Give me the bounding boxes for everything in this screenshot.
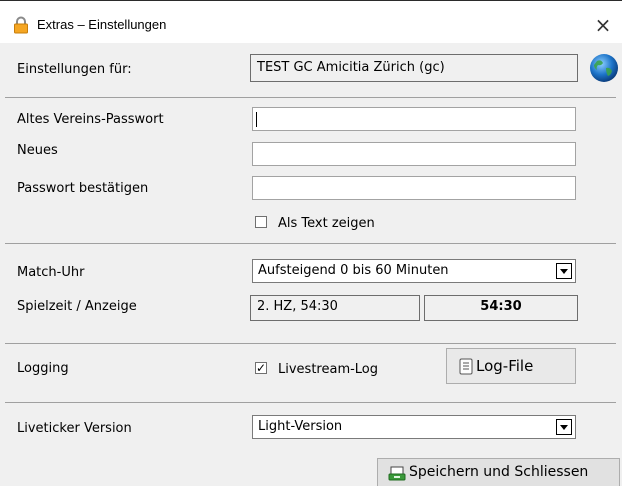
livestream-log-checkbox[interactable]: ✓: [255, 362, 267, 374]
confirm-password-input[interactable]: [252, 176, 576, 200]
chevron-down-icon[interactable]: [556, 419, 572, 435]
clock-display: 54:30: [424, 295, 578, 321]
old-password-label: Altes Vereins-Passwort: [17, 112, 164, 127]
close-icon[interactable]: ×: [588, 11, 618, 39]
separator-clock: [5, 243, 616, 244]
club-label: Einstellungen für:: [17, 62, 132, 77]
window-title: Extras – Einstellungen: [37, 17, 167, 32]
settings-window: Extras – Einstellungen × Einstellungen f…: [0, 0, 622, 486]
match-clock-label: Match-Uhr: [17, 265, 85, 280]
globe-icon[interactable]: [588, 52, 620, 84]
save-and-close-label: Speichern und Schliessen: [409, 464, 589, 480]
liveticker-value: Light-Version: [258, 419, 343, 434]
match-clock-value: Aufsteigend 0 bis 60 Minuten: [258, 263, 449, 278]
separator-password: [5, 97, 616, 98]
club-field: TEST GC Amicitia Zürich (gc): [250, 54, 578, 82]
document-icon: [459, 358, 473, 375]
playtime-field: 2. HZ, 54:30: [250, 295, 420, 321]
separator-liveticker: [5, 402, 616, 403]
logging-label: Logging: [17, 361, 69, 376]
clock-display-value: 54:30: [480, 299, 522, 314]
old-password-input[interactable]: [252, 107, 576, 131]
liveticker-label: Liveticker Version: [17, 421, 132, 436]
show-text-checkbox[interactable]: [255, 216, 267, 228]
save-icon: [388, 466, 406, 481]
text-caret: [256, 112, 257, 127]
separator-logging: [5, 343, 616, 344]
playtime-label: Spielzeit / Anzeige: [17, 299, 137, 314]
chevron-down-icon[interactable]: [556, 263, 572, 279]
liveticker-select[interactable]: Light-Version: [252, 415, 576, 439]
confirm-password-label: Passwort bestätigen: [17, 181, 149, 196]
new-password-input[interactable]: [252, 142, 576, 166]
title-bar: Extras – Einstellungen ×: [0, 0, 622, 43]
match-clock-select[interactable]: Aufsteigend 0 bis 60 Minuten: [252, 259, 576, 283]
new-password-label: Neues: [17, 143, 58, 158]
club-value: TEST GC Amicitia Zürich (gc): [257, 60, 445, 75]
log-file-button[interactable]: Log-File: [446, 348, 576, 384]
save-and-close-button[interactable]: Speichern und Schliessen: [377, 458, 620, 486]
show-text-label: Als Text zeigen: [278, 216, 375, 231]
log-file-label: Log-File: [476, 357, 534, 375]
livestream-log-label: Livestream-Log: [278, 362, 379, 377]
playtime-value: 2. HZ, 54:30: [257, 299, 338, 314]
lock-icon: [14, 16, 28, 34]
